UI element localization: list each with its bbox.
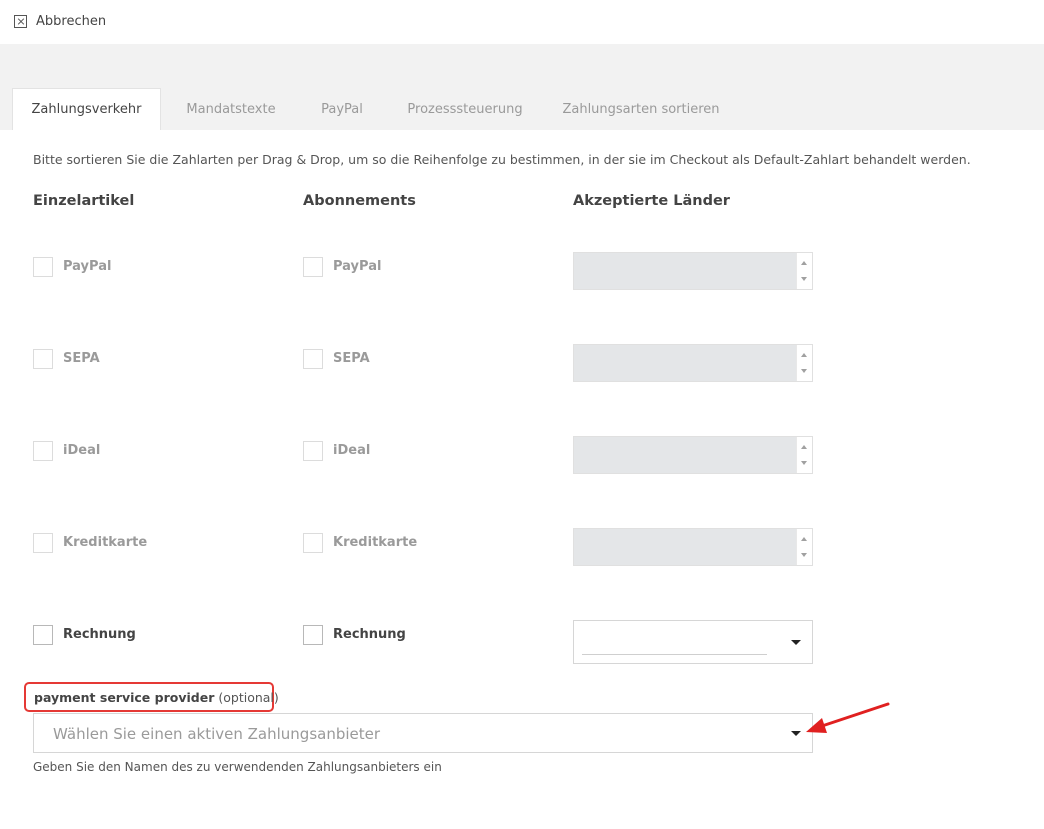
column-header-subscription: Abonnements: [303, 193, 416, 209]
countries-select-ideal[interactable]: [573, 436, 813, 474]
arrow-down-icon: [801, 553, 807, 557]
arrow-up-icon: [801, 537, 807, 541]
arrow-down-icon: [801, 369, 807, 373]
checkbox-single-ideal[interactable]: [33, 441, 53, 461]
countries-select-sepa[interactable]: [573, 344, 813, 382]
column-header-single: Einzelartikel: [33, 193, 135, 209]
psp-help-text: Geben Sie den Namen des zu verwendenden …: [33, 760, 442, 774]
label-single-ideal: iDeal: [63, 443, 101, 458]
arrow-up-icon: [801, 353, 807, 357]
scroll-arrows[interactable]: [796, 253, 812, 289]
checkbox-subscription-paypal[interactable]: [303, 257, 323, 277]
arrow-up-icon: [801, 261, 807, 265]
psp-label: payment service provider (optional): [24, 682, 279, 712]
label-subscription-ideal: iDeal: [333, 443, 371, 458]
label-subscription-paypal: PayPal: [333, 259, 382, 274]
tab-zahlungsverkehr[interactable]: Zahlungsverkehr: [12, 88, 161, 130]
checkbox-subscription-ideal[interactable]: [303, 441, 323, 461]
checkbox-single-kreditkarte[interactable]: [33, 533, 53, 553]
chevron-down-icon: [791, 640, 801, 645]
arrow-up-icon: [801, 445, 807, 449]
label-single-kreditkarte: Kreditkarte: [63, 535, 148, 550]
arrow-down-icon: [801, 461, 807, 465]
label-subscription-rechnung: Rechnung: [333, 627, 406, 642]
label-subscription-sepa: SEPA: [333, 351, 370, 366]
arrow-down-icon: [801, 277, 807, 281]
label-single-paypal: PayPal: [63, 259, 112, 274]
tab-bar: Zahlungsverkehr Mandatstexte PayPal Proz…: [12, 88, 735, 130]
checkbox-subscription-sepa[interactable]: [303, 349, 323, 369]
psp-select[interactable]: Wählen Sie einen aktiven Zahlungsanbiete…: [33, 713, 813, 753]
countries-select-rechnung[interactable]: [573, 620, 813, 664]
countries-select-paypal[interactable]: [573, 252, 813, 290]
psp-placeholder: Wählen Sie einen aktiven Zahlungsanbiete…: [53, 725, 381, 743]
cancel-label: Abbrechen: [36, 13, 107, 29]
label-single-sepa: SEPA: [63, 351, 100, 366]
tab-paypal[interactable]: PayPal: [301, 88, 383, 130]
column-header-countries: Akzeptierte Länder: [573, 193, 730, 209]
countries-select-kreditkarte[interactable]: [573, 528, 813, 566]
cancel-button[interactable]: Abbrechen: [14, 12, 106, 30]
label-single-rechnung: Rechnung: [63, 627, 136, 642]
search-underline: [582, 654, 767, 655]
scroll-arrows[interactable]: [796, 437, 812, 473]
tab-mandatstexte[interactable]: Mandatstexte: [161, 88, 301, 130]
checkbox-subscription-rechnung[interactable]: [303, 625, 323, 645]
psp-optional-text: (optional): [218, 689, 279, 705]
tab-zahlungsarten-sortieren[interactable]: Zahlungsarten sortieren: [547, 88, 735, 130]
top-bar: Abbrechen: [0, 0, 1044, 44]
scroll-arrows[interactable]: [796, 529, 812, 565]
checkbox-single-sepa[interactable]: [33, 349, 53, 369]
scroll-arrows[interactable]: [796, 345, 812, 381]
psp-label-text: payment service provider: [34, 689, 215, 705]
checkbox-single-rechnung[interactable]: [33, 625, 53, 645]
tab-prozesssteuerung[interactable]: Prozesssteuerung: [383, 88, 547, 130]
intro-text: Bitte sortieren Sie die Zahlarten per Dr…: [33, 152, 971, 167]
annotation-arrow-icon: [806, 702, 890, 733]
close-icon: [14, 14, 27, 28]
checkbox-single-paypal[interactable]: [33, 257, 53, 277]
checkbox-subscription-kreditkarte[interactable]: [303, 533, 323, 553]
label-subscription-kreditkarte: Kreditkarte: [333, 535, 418, 550]
